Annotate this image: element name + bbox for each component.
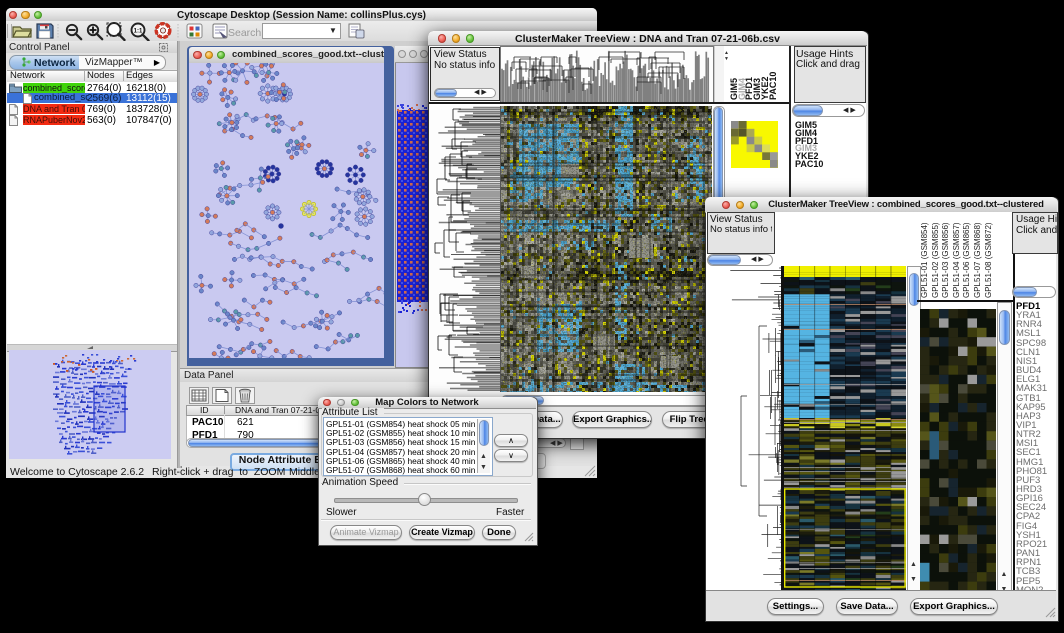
svg-text:1:1: 1:1 [134,29,143,35]
